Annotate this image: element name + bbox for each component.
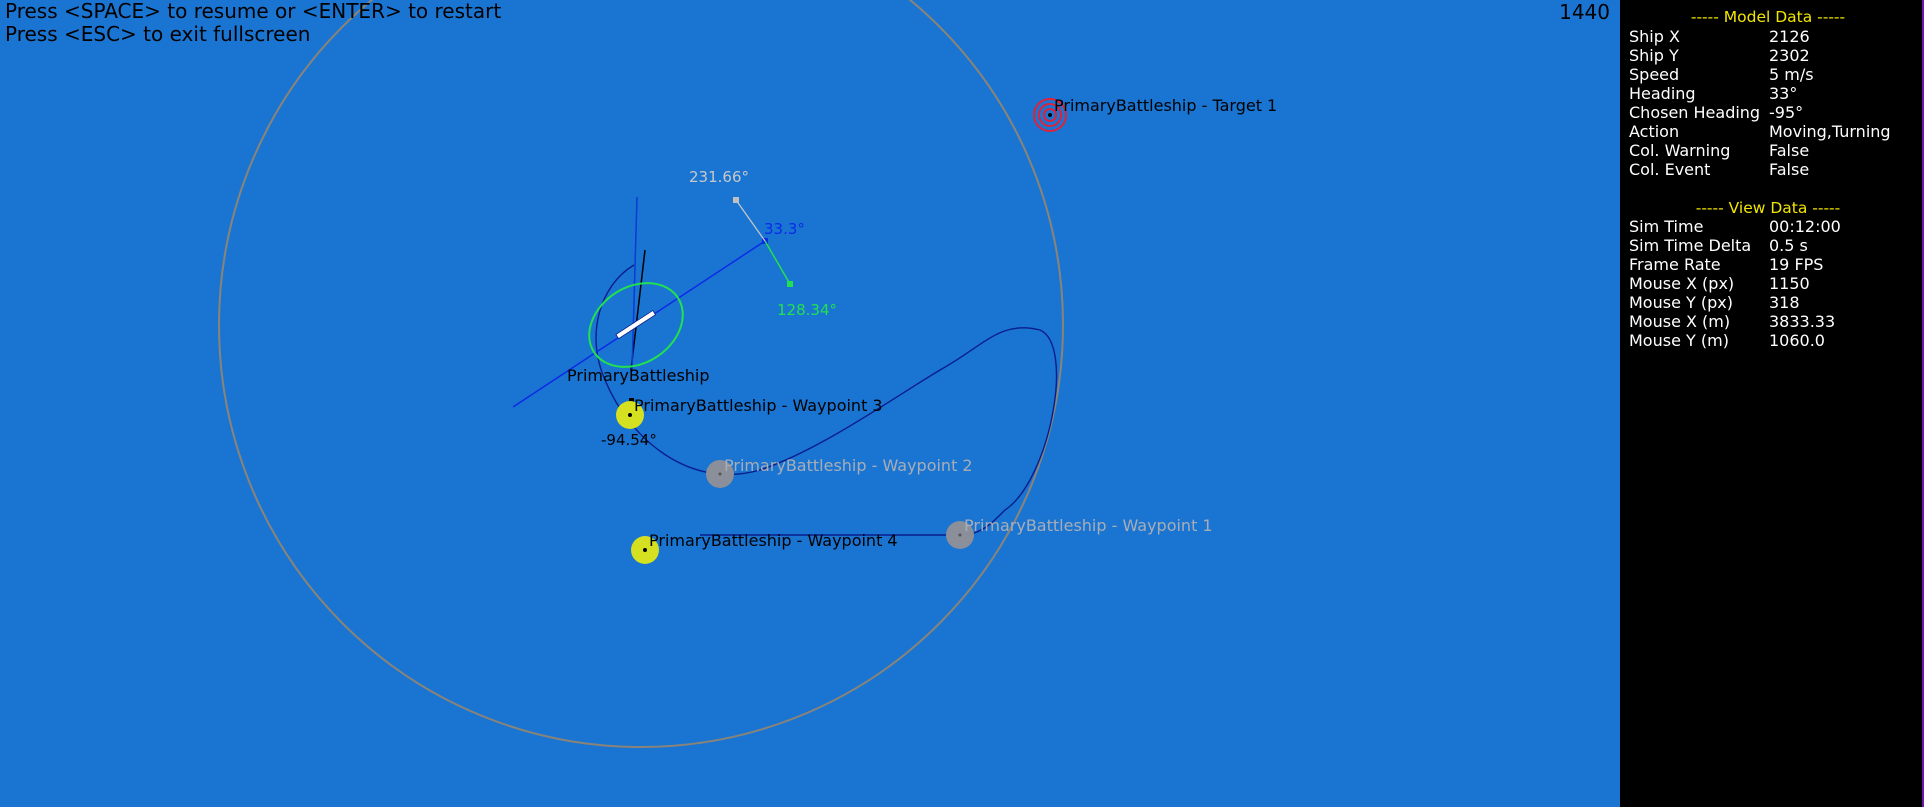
panel-row-key: Ship Y [1629, 46, 1679, 65]
panel-row-value: 5 m/s [1769, 65, 1814, 84]
panel-row-value: 2126 [1769, 27, 1810, 46]
waypoint-1-label: PrimaryBattleship - Waypoint 1 [964, 516, 1213, 535]
panel-row-key: Frame Rate [1629, 255, 1721, 274]
sea-map[interactable]: PrimaryBattleship - Target 1 PrimaryBatt… [0, 0, 1620, 807]
panel-row-value: Moving,Turning [1769, 122, 1891, 141]
panel-row-key: Chosen Heading [1629, 103, 1761, 122]
angle-vector-green-handle[interactable] [787, 281, 793, 287]
panel-row-value: 1150 [1769, 274, 1810, 293]
panel-row-value: -95° [1769, 103, 1804, 122]
ship-label: PrimaryBattleship [567, 366, 710, 385]
panel-row-value: 318 [1769, 293, 1800, 312]
waypoint-4-label: PrimaryBattleship - Waypoint 4 [649, 531, 898, 550]
angle-label-black: -94.54° [601, 431, 657, 449]
panel-row-value: 1060.0 [1769, 331, 1825, 350]
exit-fullscreen-hint: Press <ESC> to exit fullscreen [5, 22, 311, 46]
panel-row-key: Mouse Y (m) [1629, 331, 1729, 350]
panel-row-value: 19 FPS [1769, 255, 1824, 274]
panel-row-value: 00:12:00 [1769, 217, 1841, 236]
panel-row-key: Heading [1629, 84, 1696, 103]
panel-row-key: Action [1629, 122, 1680, 141]
angle-vector-green [764, 240, 791, 285]
info-panel: ----- Model Data ----- Ship X 2126 Ship Y 2… [1620, 0, 1924, 807]
panel-row-value: False [1769, 160, 1810, 179]
target-label: PrimaryBattleship - Target 1 [1054, 96, 1277, 115]
simulation-viewport[interactable]: PrimaryBattleship - Target 1 PrimaryBatt… [0, 0, 1620, 807]
panel-row-key: Mouse X (px) [1629, 274, 1735, 293]
panel-row-value: 3833.33 [1769, 312, 1836, 331]
angle-vector-grey-handle[interactable] [733, 197, 739, 203]
resume-restart-hint: Press <SPACE> to resume or <ENTER> to re… [5, 0, 502, 23]
waypoint-2-label: PrimaryBattleship - Waypoint 2 [724, 456, 973, 475]
panel-row-key: Col. Event [1629, 160, 1711, 179]
panel-row-key: Speed [1629, 65, 1680, 84]
panel-row-key: Mouse X (m) [1629, 312, 1731, 331]
angle-label-green: 128.34° [777, 301, 837, 319]
panel-row-value: 2302 [1769, 46, 1810, 65]
angle-label-grey: 231.66° [689, 168, 749, 186]
panel-row-key: Sim Time [1629, 217, 1704, 236]
panel-row-key: Mouse Y (px) [1629, 293, 1733, 312]
model-data-title: ----- Model Data ----- [1690, 8, 1846, 26]
panel-row-key: Col. Warning [1629, 141, 1731, 160]
panel-row-key: Ship X [1629, 27, 1680, 46]
panel-row-value: False [1769, 141, 1810, 160]
panel-row-value: 0.5 s [1769, 236, 1808, 255]
waypoint-3-label: PrimaryBattleship - Waypoint 3 [634, 396, 883, 415]
panel-row-value: 33° [1769, 84, 1798, 103]
angle-label-blue: 33.3° [764, 220, 805, 238]
angle-vector-grey [735, 199, 766, 242]
step-counter: 1440 [1559, 0, 1610, 24]
view-data-title: ----- View Data ----- [1695, 199, 1841, 217]
panel-row-key: Sim Time Delta [1629, 236, 1752, 255]
